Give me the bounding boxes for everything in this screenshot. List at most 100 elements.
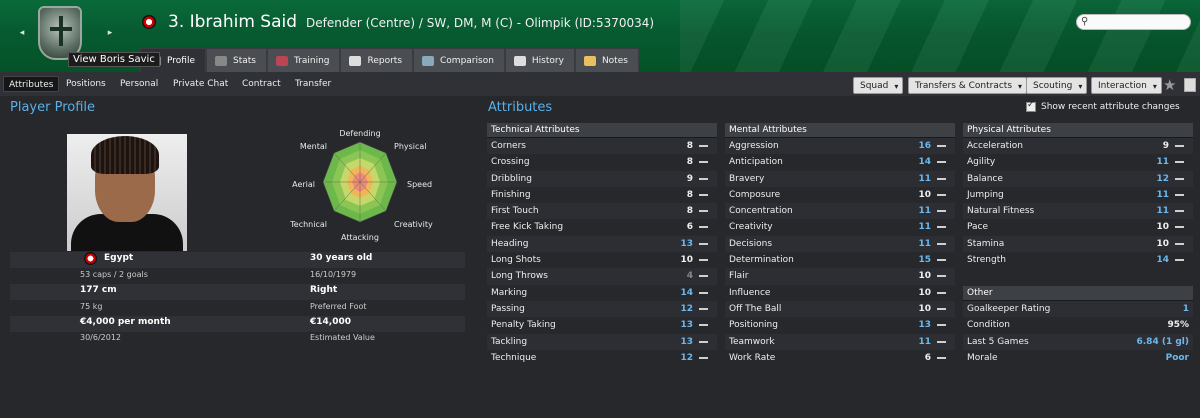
attribute-row[interactable]: Condition 95% [963, 317, 1193, 333]
attribute-value: 10 [918, 303, 931, 314]
change-indicator-icon [937, 193, 946, 196]
date-of-birth: 16/10/1979 [310, 270, 357, 279]
attribute-name: Last 5 Games [967, 336, 1029, 347]
attribute-row[interactable]: Teamwork 11 [725, 333, 955, 350]
attribute-row[interactable]: Long Throws 4 [487, 268, 717, 285]
attribute-row[interactable]: Work Rate 6 [725, 350, 955, 366]
show-changes-label[interactable]: Show recent attribute changes [1041, 102, 1180, 112]
change-indicator-icon [699, 291, 708, 294]
estimated-value: €14,000 [310, 317, 351, 327]
attribute-row[interactable]: Finishing 8 [487, 187, 717, 203]
tab-stats[interactable]: Stats [205, 48, 267, 72]
tab-notes[interactable]: Notes [574, 48, 639, 72]
attribute-name: Creativity [729, 222, 773, 233]
attribute-row[interactable]: Jumping 11 [963, 187, 1193, 203]
attribute-row[interactable]: Long Shots 10 [487, 252, 717, 268]
subnav-transfer[interactable]: Transfer [290, 76, 336, 92]
tab-reports[interactable]: Reports [340, 48, 414, 72]
attribute-row[interactable]: Marking 14 [487, 285, 717, 301]
tab-history[interactable]: History [504, 48, 575, 72]
caps: 53 caps / 2 goals [80, 270, 148, 279]
physical-attributes-panel: Physical Attributes Acceleration 9 Agility… [963, 123, 1193, 268]
technical-attributes-panel: Technical Attributes Corners 8 Crossing 8 Dr… [487, 123, 717, 366]
tooltip: View Boris Savic [68, 52, 160, 67]
interaction-dropdown[interactable]: Interaction [1091, 77, 1162, 95]
attribute-row[interactable]: Influence 10 [725, 285, 955, 301]
attribute-value: 10 [918, 271, 931, 282]
attribute-name: Off The Ball [729, 303, 782, 314]
change-indicator-icon [699, 307, 708, 310]
mental-attributes-panel: Mental Attributes Aggression 16 Anticipati… [725, 123, 955, 366]
attribute-row[interactable]: Bravery 11 [725, 170, 955, 187]
attribute-row[interactable]: Technique 12 [487, 350, 717, 366]
tab-label: Training [293, 55, 330, 66]
attribute-row[interactable]: Pace 10 [963, 219, 1193, 235]
attribute-row[interactable]: Positioning 13 [725, 317, 955, 333]
search-input[interactable]: ⚲ [1076, 14, 1191, 30]
attribute-row[interactable]: Goalkeeper Rating 1 [963, 301, 1193, 318]
forward-arrow-icon[interactable]: ▸ [104, 26, 116, 40]
attribute-value: 6.84 (1 gl) [1136, 336, 1190, 347]
attribute-row[interactable]: Acceleration 9 [963, 138, 1193, 155]
attribute-row[interactable]: Natural Fitness 11 [963, 203, 1193, 220]
attribute-row[interactable]: Corners 8 [487, 138, 717, 155]
attribute-row[interactable]: Last 5 Games 6.84 (1 gl) [963, 333, 1193, 350]
attribute-row[interactable]: Morale Poor [963, 350, 1193, 366]
attribute-row[interactable]: Free Kick Taking 6 [487, 219, 717, 235]
change-indicator-icon [1175, 193, 1184, 196]
show-changes-checkbox[interactable] [1026, 100, 1036, 112]
subnav-contract[interactable]: Contract [237, 76, 286, 92]
attribute-name: Anticipation [729, 157, 783, 168]
attribute-row[interactable]: Stamina 10 [963, 235, 1193, 253]
attribute-value: 6 [686, 222, 693, 233]
attribute-row[interactable]: Aggression 16 [725, 138, 955, 155]
transfers-contracts-dropdown[interactable]: Transfers & Contracts [908, 77, 1028, 95]
tab-comparison[interactable]: Comparison [413, 48, 505, 72]
tab-training[interactable]: Training [266, 48, 341, 72]
subnav-positions[interactable]: Positions [61, 76, 111, 92]
subnav-private-chat[interactable]: Private Chat [168, 76, 233, 92]
attribute-row[interactable]: Balance 12 [963, 170, 1193, 187]
clip-icon[interactable] [1184, 78, 1196, 92]
attribute-row[interactable]: Determination 15 [725, 252, 955, 268]
scouting-dropdown[interactable]: Scouting [1026, 77, 1088, 95]
attribute-row[interactable]: Strength 14 [963, 252, 1193, 268]
attribute-row[interactable]: Heading 13 [487, 235, 717, 253]
attribute-name: Flair [729, 271, 749, 282]
attribute-row[interactable]: Creativity 11 [725, 219, 955, 235]
height: 177 cm [80, 285, 117, 295]
attribute-row[interactable]: Concentration 11 [725, 203, 955, 220]
attribute-value: 95% [1167, 320, 1189, 331]
shortlist-star-icon[interactable]: ★ [1163, 76, 1176, 94]
attribute-row[interactable]: Flair 10 [725, 268, 955, 285]
change-indicator-icon [937, 177, 946, 180]
nation[interactable]: Egypt [104, 253, 133, 263]
attribute-row[interactable]: Passing 12 [487, 300, 717, 318]
attribute-name: Jumping [967, 189, 1004, 200]
squad-dropdown[interactable]: Squad [853, 77, 904, 95]
back-arrow-icon[interactable]: ◂ [16, 26, 28, 40]
attribute-row[interactable]: Dribbling 9 [487, 170, 717, 187]
attribute-name: Decisions [729, 238, 773, 249]
attribute-row[interactable]: Composure 10 [725, 187, 955, 203]
attribute-row[interactable]: Tackling 13 [487, 333, 717, 350]
attribute-name: Morale [967, 352, 998, 363]
attribute-name: Dribbling [491, 173, 532, 184]
radar-label-creativity: Creativity [394, 220, 433, 229]
attribute-row[interactable]: Decisions 11 [725, 235, 955, 253]
attribute-name: Technique [491, 352, 537, 363]
attribute-row[interactable]: First Touch 8 [487, 203, 717, 220]
attribute-row[interactable]: Off The Ball 10 [725, 300, 955, 318]
player-position-club[interactable]: Defender (Centre) / SW, DM, M (C) - Olim… [306, 16, 654, 30]
attribute-row[interactable]: Crossing 8 [487, 154, 717, 170]
attribute-row[interactable]: Agility 11 [963, 154, 1193, 170]
attribute-value: 13 [680, 336, 693, 347]
subnav-attributes[interactable]: Attributes [3, 76, 60, 92]
attribute-value: 10 [1156, 238, 1169, 249]
attribute-value: 11 [1156, 206, 1169, 217]
change-indicator-icon [937, 307, 946, 310]
subnav-personal[interactable]: Personal [115, 76, 163, 92]
attribute-value: 12 [680, 352, 693, 363]
attribute-row[interactable]: Anticipation 14 [725, 154, 955, 170]
attribute-row[interactable]: Penalty Taking 13 [487, 317, 717, 333]
